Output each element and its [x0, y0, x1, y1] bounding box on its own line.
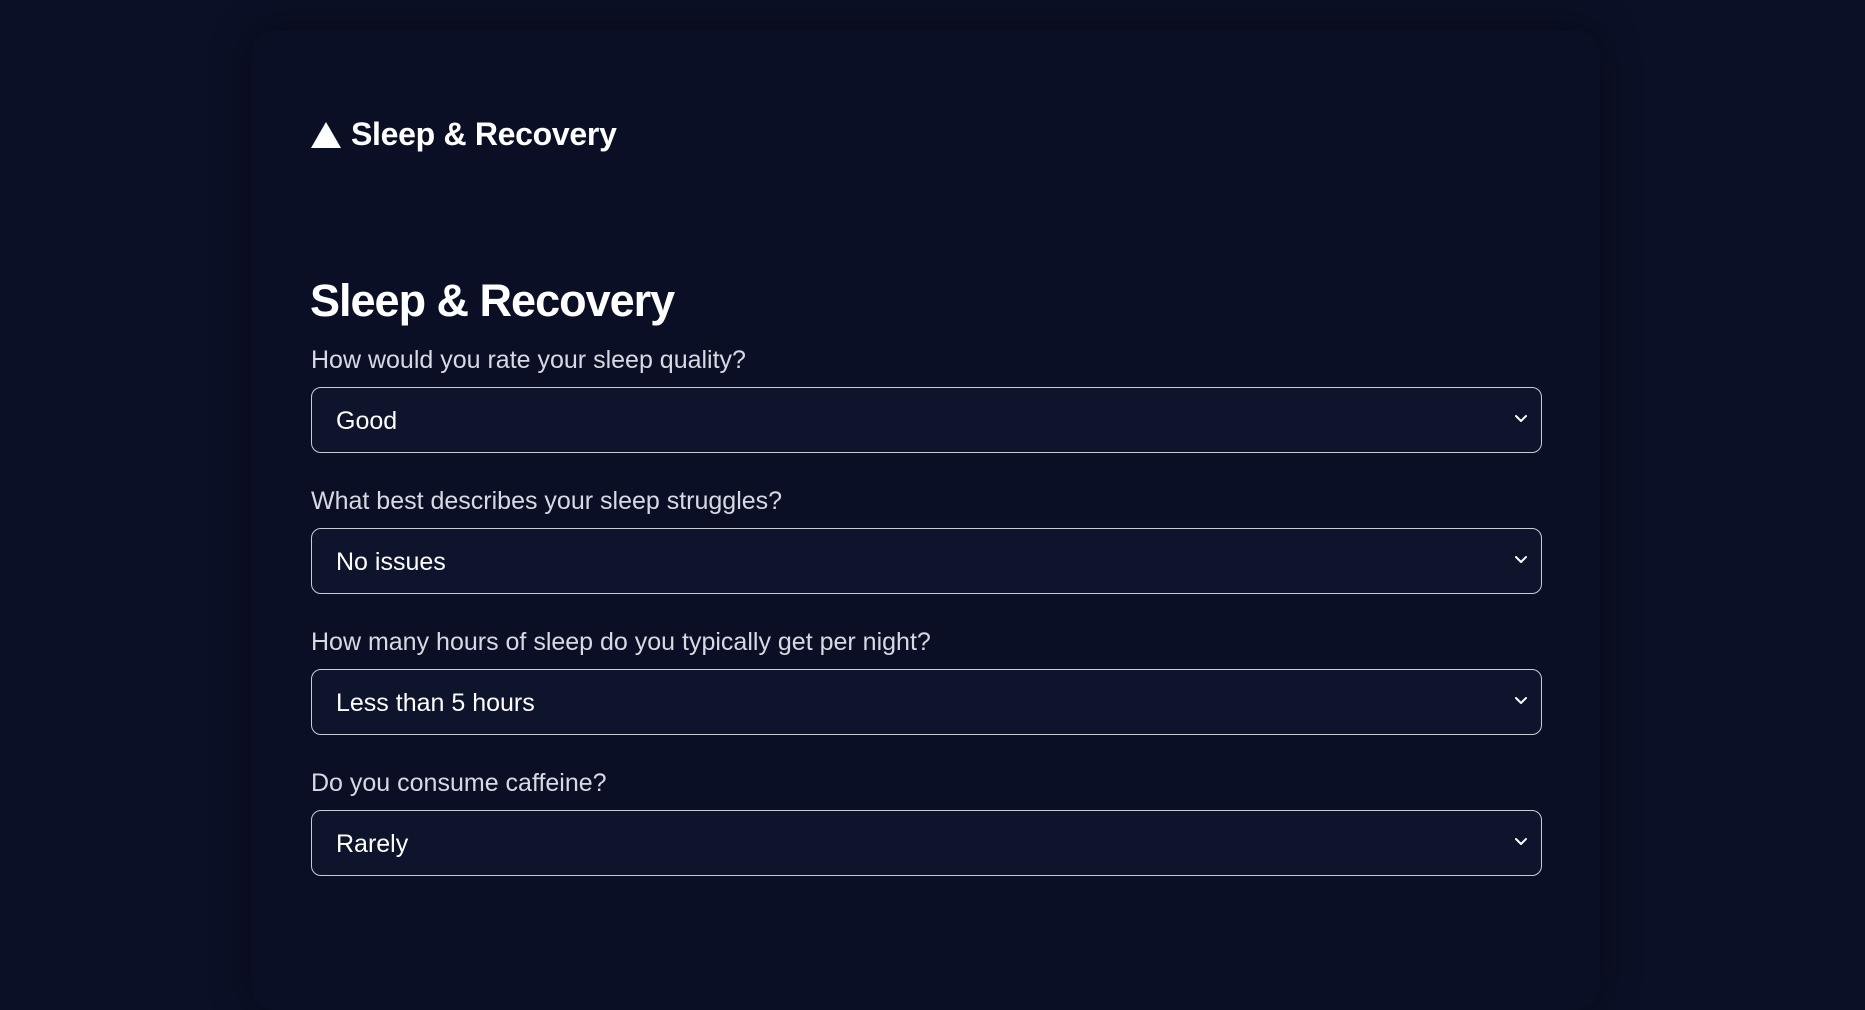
- sleep-hours-select[interactable]: Less than 5 hours: [311, 669, 1542, 735]
- question-label: How would you rate your sleep quality?: [311, 346, 746, 374]
- chevron-down-icon: [1515, 838, 1527, 845]
- sleep-quality-select[interactable]: Good: [311, 387, 1542, 453]
- select-value: Less than 5 hours: [336, 689, 535, 717]
- brand-name: Sleep & Recovery: [351, 116, 617, 152]
- question-label: What best describes your sleep struggles…: [311, 487, 783, 515]
- question-label: How many hours of sleep do you typically…: [311, 628, 931, 656]
- chevron-down-icon: [1515, 415, 1527, 422]
- question-label: Do you consume caffeine?: [311, 769, 607, 797]
- question-caffeine: Do you consume caffeine? Rarely: [311, 768, 1542, 876]
- chevron-down-icon: [1515, 556, 1527, 563]
- question-sleep-struggles: What best describes your sleep struggles…: [311, 486, 1542, 594]
- brand-header[interactable]: Sleep & Recovery: [311, 116, 617, 153]
- question-sleep-quality: How would you rate your sleep quality? G…: [311, 345, 1542, 453]
- caffeine-select[interactable]: Rarely: [311, 810, 1542, 876]
- chevron-down-icon: [1515, 697, 1527, 704]
- page-title: Sleep & Recovery: [310, 275, 675, 326]
- select-value: Rarely: [336, 830, 409, 858]
- form-card: Sleep & Recovery Sleep & Recovery How wo…: [251, 30, 1600, 1010]
- question-sleep-hours: How many hours of sleep do you typically…: [311, 627, 1542, 735]
- sleep-struggles-select[interactable]: No issues: [311, 528, 1542, 594]
- select-value: No issues: [336, 548, 446, 576]
- select-value: Good: [336, 407, 398, 435]
- triangle-icon: [311, 121, 341, 148]
